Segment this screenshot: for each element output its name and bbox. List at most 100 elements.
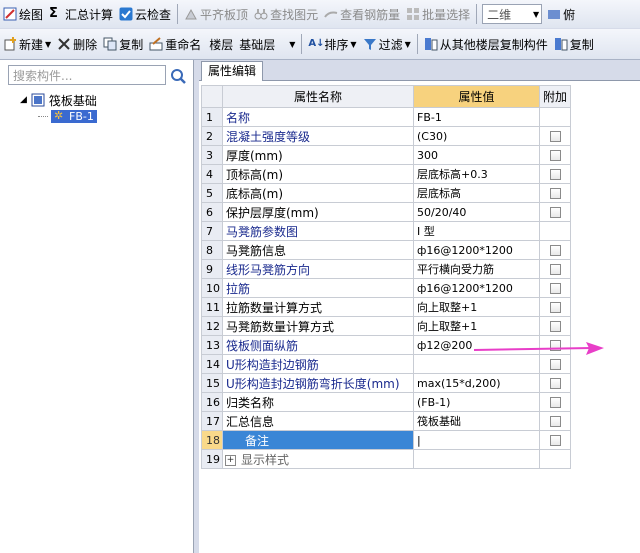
- header-property-name[interactable]: 属性名称: [222, 85, 414, 108]
- table-row[interactable]: 12 马凳筋数量计算方式 向上取整+1: [201, 316, 571, 336]
- extra-checkbox[interactable]: [549, 415, 561, 427]
- expand-icon[interactable]: +: [225, 454, 236, 466]
- property-name-cell[interactable]: 归类名称: [222, 392, 414, 412]
- table-row[interactable]: 19 + 显示样式: [201, 449, 571, 469]
- floor-combo[interactable]: 基础层 ▼: [236, 32, 298, 56]
- header-extra[interactable]: 附加: [539, 85, 571, 108]
- table-row[interactable]: 7 马凳筋参数图 I 型: [201, 221, 571, 241]
- toolbar-separator: [301, 34, 303, 54]
- table-row[interactable]: 6 保护层厚度(mm) 50/20/40: [201, 202, 571, 222]
- table-row[interactable]: 3 厚度(mm) 300: [201, 145, 571, 165]
- table-row[interactable]: 11 拉筋数量计算方式 向上取整+1: [201, 297, 571, 317]
- property-value-cell[interactable]: max(15*d,200): [413, 373, 540, 393]
- extra-checkbox[interactable]: [549, 206, 561, 218]
- new-button[interactable]: 新建 ▼: [0, 32, 54, 56]
- tab-property-edit[interactable]: 属性编辑: [201, 61, 264, 81]
- summary-calc-button[interactable]: Σ 汇总计算: [46, 2, 116, 26]
- property-value-cell[interactable]: 向上取整+1: [413, 316, 540, 336]
- property-value-cell[interactable]: 筏板基础: [413, 411, 540, 431]
- property-value-cell[interactable]: ф16@1200*1200: [413, 278, 540, 298]
- property-value-cell[interactable]: (FB-1): [413, 392, 540, 412]
- property-name-cell[interactable]: 拉筋数量计算方式: [222, 297, 414, 317]
- property-name-cell[interactable]: 厚度(mm): [222, 145, 414, 165]
- property-value-cell[interactable]: 50/20/40: [413, 202, 540, 222]
- extra-checkbox[interactable]: [549, 130, 561, 142]
- table-row[interactable]: 5 底标高(m) 层底标高: [201, 183, 571, 203]
- table-row[interactable]: 14 U形构造封边钢筋: [201, 354, 571, 374]
- property-value-cell[interactable]: [413, 449, 540, 469]
- property-value-cell[interactable]: [413, 354, 540, 374]
- property-name-cell[interactable]: 马凳筋参数图: [222, 221, 414, 241]
- table-row[interactable]: 15 U形构造封边钢筋弯折长度(mm) max(15*d,200): [201, 373, 571, 393]
- property-name-cell[interactable]: 顶标高(m): [222, 164, 414, 184]
- property-value-cell[interactable]: 300: [413, 145, 540, 165]
- copy-button[interactable]: 复制: [100, 32, 146, 56]
- extra-checkbox[interactable]: [549, 301, 561, 313]
- property-value-cell[interactable]: FB-1: [413, 107, 540, 127]
- search-button[interactable]: [168, 66, 188, 86]
- property-name-cell[interactable]: 马凳筋数量计算方式: [222, 316, 414, 336]
- collapse-icon[interactable]: ◢: [20, 95, 27, 105]
- property-name-cell[interactable]: 备注: [222, 430, 414, 450]
- table-row[interactable]: 9 线形马凳筋方向 平行横向受力筋: [201, 259, 571, 279]
- table-row[interactable]: 8 马凳筋信息 ф16@1200*1200: [201, 240, 571, 260]
- find-element-button[interactable]: 查找图元: [251, 2, 321, 26]
- extra-checkbox[interactable]: [549, 187, 561, 199]
- extra-checkbox[interactable]: [549, 358, 561, 370]
- table-row[interactable]: 1 名称 FB-1: [201, 107, 571, 127]
- property-name-cell[interactable]: U形构造封边钢筋弯折长度(mm): [222, 373, 414, 393]
- property-name-cell[interactable]: 混凝土强度等级: [222, 126, 414, 146]
- view-mode-combo[interactable]: 二维 ▼: [482, 4, 543, 24]
- extra-checkbox[interactable]: [549, 377, 561, 389]
- cloud-check-button[interactable]: 云检查: [116, 2, 174, 26]
- extra-checkbox[interactable]: [549, 282, 561, 294]
- extra-checkbox[interactable]: [549, 320, 561, 332]
- property-value-cell[interactable]: I 型: [413, 221, 540, 241]
- property-name-cell[interactable]: 筏板侧面纵筋: [222, 335, 414, 355]
- copy-from-floor-button[interactable]: 从其他楼层复制构件: [421, 32, 551, 56]
- component-search-input[interactable]: 搜索构件...: [8, 65, 166, 85]
- property-value-cell[interactable]: |: [413, 430, 540, 450]
- batch-select-button[interactable]: 批量选择: [403, 2, 473, 26]
- extra-checkbox[interactable]: [549, 263, 561, 275]
- property-name-cell[interactable]: 马凳筋信息: [222, 240, 414, 260]
- property-value-cell[interactable]: 平行横向受力筋: [413, 259, 540, 279]
- tree-node-raft-foundation[interactable]: ◢ 筏板基础: [20, 92, 97, 108]
- property-name-cell[interactable]: 名称: [222, 107, 414, 127]
- sort-button[interactable]: A↓ 排序 ▼: [305, 32, 359, 56]
- rename-button[interactable]: 重命名: [146, 32, 204, 56]
- table-row[interactable]: 10 拉筋 ф16@1200*1200: [201, 278, 571, 298]
- table-row[interactable]: 4 顶标高(m) 层底标高+0.3: [201, 164, 571, 184]
- header-property-value[interactable]: 属性值: [413, 85, 540, 108]
- property-name-cell[interactable]: 底标高(m): [222, 183, 414, 203]
- extra-checkbox[interactable]: [549, 168, 561, 180]
- extra-checkbox[interactable]: [549, 396, 561, 408]
- extra-cell: [539, 259, 571, 279]
- property-value-cell[interactable]: 向上取整+1: [413, 297, 540, 317]
- property-value-cell[interactable]: 层底标高+0.3: [413, 164, 540, 184]
- table-row[interactable]: 16 归类名称 (FB-1): [201, 392, 571, 412]
- extra-checkbox[interactable]: [549, 434, 561, 446]
- property-name-cell[interactable]: U形构造封边钢筋: [222, 354, 414, 374]
- table-row[interactable]: 18 备注 |: [201, 430, 571, 450]
- view-rebar-button[interactable]: 查看钢筋量: [321, 2, 403, 26]
- property-value-cell[interactable]: ф16@1200*1200: [413, 240, 540, 260]
- copy-to-button[interactable]: 复制: [551, 32, 597, 56]
- property-name-cell[interactable]: + 显示样式: [222, 449, 414, 469]
- draw-button[interactable]: 绘图: [0, 2, 46, 26]
- table-row[interactable]: 2 混凝土强度等级 (C30): [201, 126, 571, 146]
- property-name-cell[interactable]: 拉筋: [222, 278, 414, 298]
- property-name-cell[interactable]: 线形马凳筋方向: [222, 259, 414, 279]
- extra-checkbox[interactable]: [549, 149, 561, 161]
- align-top-button[interactable]: 平齐板顶: [181, 2, 251, 26]
- property-value-cell[interactable]: 层底标高: [413, 183, 540, 203]
- overflow-button[interactable]: 俯: [544, 2, 578, 26]
- property-name-cell[interactable]: 保护层厚度(mm): [222, 202, 414, 222]
- property-name-cell[interactable]: 汇总信息: [222, 411, 414, 431]
- delete-button[interactable]: 删除: [54, 32, 100, 56]
- extra-checkbox[interactable]: [549, 244, 561, 256]
- property-value-cell[interactable]: (C30): [413, 126, 540, 146]
- table-row[interactable]: 17 汇总信息 筏板基础: [201, 411, 571, 431]
- filter-button[interactable]: 过滤 ▼: [360, 32, 414, 56]
- tree-node-fb-1[interactable]: ✲ FB-1: [38, 108, 97, 124]
